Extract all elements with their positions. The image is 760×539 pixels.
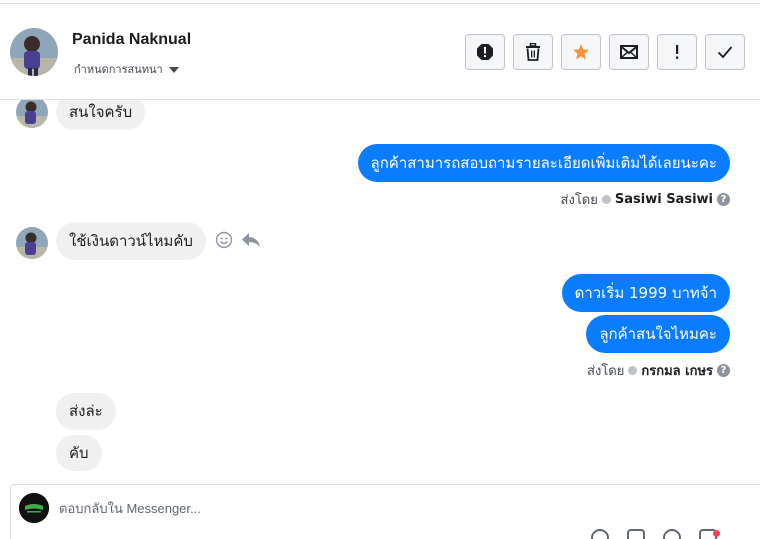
page-badge-icon [601, 195, 611, 204]
checkmark-icon [717, 46, 733, 59]
composer-tools [591, 529, 717, 539]
gif-icon[interactable] [627, 529, 645, 539]
conversation-header: Panida Naknual กำหนดการสนทนา [0, 4, 760, 100]
alert-circle-icon [477, 44, 493, 60]
assign-conversation-label: กำหนดการสนทนา [74, 64, 163, 76]
outgoing-message[interactable]: ลูกค้าสามารถสอบถามรายละเอียดเพิ่มเติมได้… [357, 144, 730, 182]
mark-unread-button[interactable] [609, 34, 649, 70]
notification-dot [713, 530, 720, 537]
conversation-actions [465, 34, 745, 70]
envelope-icon [620, 45, 638, 59]
reply-composer [10, 484, 760, 539]
attachment-icon[interactable] [591, 529, 609, 539]
mark-done-button[interactable] [705, 34, 745, 70]
incoming-message[interactable]: ใช้เงินดาวน์ไหมคับ [56, 222, 206, 260]
help-icon[interactable]: ? [717, 364, 730, 377]
delete-button[interactable] [513, 34, 553, 70]
outgoing-message[interactable]: ลูกค้าสนใจไหมคะ [586, 315, 730, 353]
incoming-message[interactable]: ส่งล่ะ [56, 393, 116, 430]
contact-avatar-small [16, 227, 48, 259]
star-icon [573, 44, 589, 60]
contact-name[interactable]: Panida Naknual [72, 31, 191, 49]
sender-name[interactable]: Sasiwi Sasiwi [615, 192, 713, 207]
reply-icon[interactable] [241, 232, 261, 248]
exclamation-icon [676, 45, 679, 59]
trash-icon [526, 43, 540, 61]
reply-input[interactable] [59, 497, 659, 519]
contact-avatar[interactable] [10, 28, 58, 76]
sent-by-label: ส่งโดย [560, 193, 598, 208]
sender-name[interactable]: กรกมล เกษร [641, 360, 713, 381]
page-badge-icon [628, 366, 638, 375]
emoji-icon[interactable] [663, 529, 681, 539]
sent-by-line: ส่งโดย กรกมล เกษร ? [587, 360, 730, 381]
outgoing-message[interactable]: ดาวเริ่ม 1999 บาทจ้า [561, 274, 730, 312]
sent-by-label: ส่งโดย [587, 364, 625, 379]
assign-conversation-dropdown[interactable]: กำหนดการสนทนา [74, 60, 179, 78]
message-thread[interactable]: สนใจครับ ลูกค้าสามารถสอบถามรายละเอียดเพิ… [0, 100, 760, 484]
report-spam-button[interactable] [465, 34, 505, 70]
page-avatar [19, 493, 49, 523]
incoming-message[interactable]: คับ [56, 435, 102, 471]
contact-avatar-small [16, 100, 48, 128]
emoji-reaction-icon[interactable] [215, 231, 233, 249]
follow-up-button[interactable] [657, 34, 697, 70]
caret-down-icon [168, 66, 179, 73]
incoming-message[interactable]: สนใจครับ [56, 100, 146, 130]
message-tools [215, 231, 261, 249]
star-button[interactable] [561, 34, 601, 70]
sent-by-line: ส่งโดย Sasiwi Sasiwi ? [561, 189, 730, 210]
help-icon[interactable]: ? [717, 193, 730, 206]
